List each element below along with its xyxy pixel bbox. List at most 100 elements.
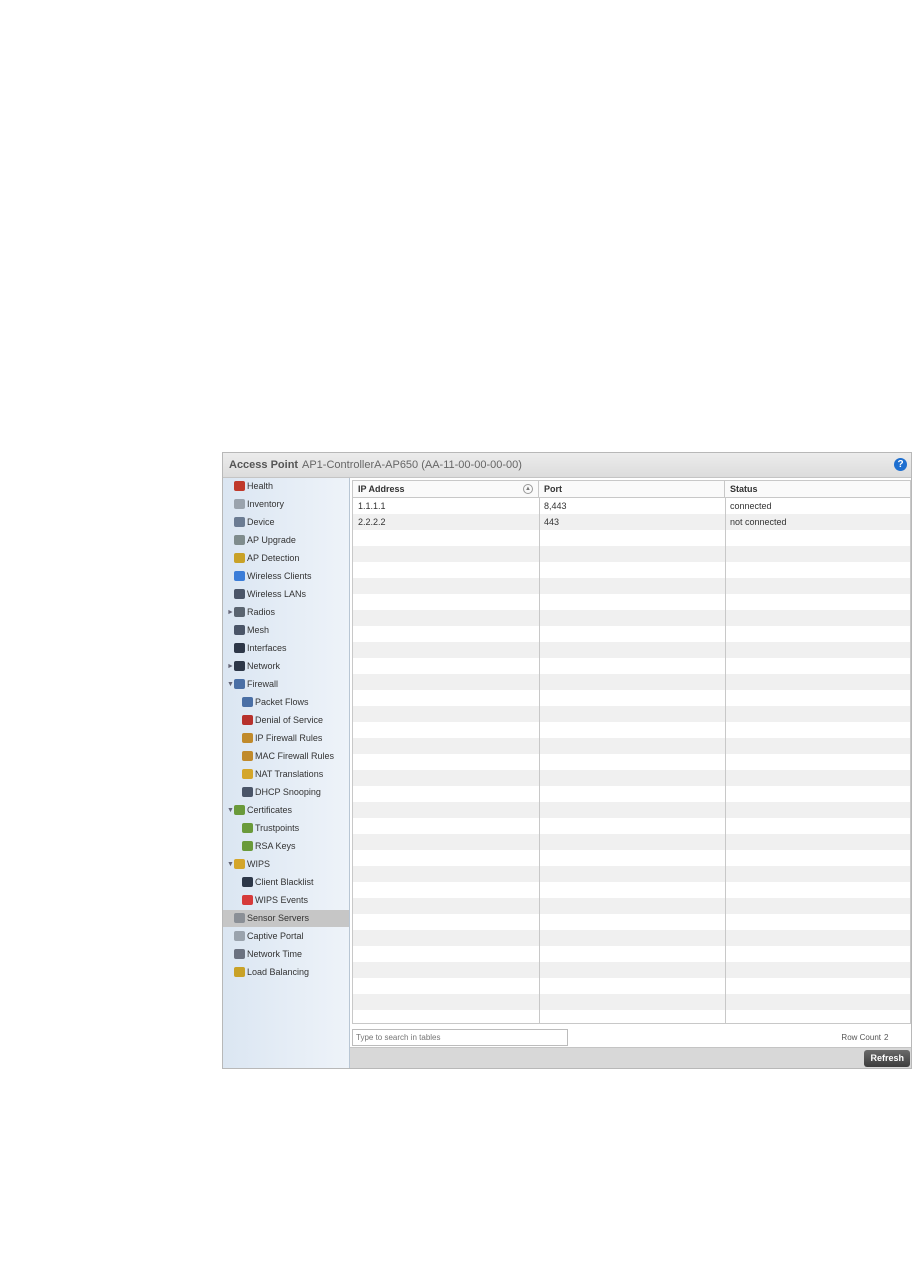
wips-icon xyxy=(234,859,245,869)
refresh-button[interactable]: Refresh xyxy=(864,1050,910,1067)
sidebar-item-label: Mesh xyxy=(247,625,270,635)
sidebar-item-packet-flows[interactable]: Packet Flows xyxy=(223,694,349,711)
sidebar-item-radios[interactable]: ► Radios xyxy=(223,604,349,621)
table-search-input[interactable] xyxy=(352,1029,568,1046)
sidebar-item-label: Network xyxy=(247,661,281,671)
sidebar-item-label: WIPS xyxy=(247,859,271,869)
sidebar-item-dhcp-snooping[interactable]: DHCP Snooping xyxy=(223,784,349,801)
denial-of-service-icon xyxy=(242,715,253,725)
cell-port: 443 xyxy=(544,517,560,527)
sidebar-item-interfaces[interactable]: Interfaces xyxy=(223,640,349,657)
sidebar-item-trustpoints[interactable]: Trustpoints xyxy=(223,820,349,837)
rsa-keys-icon xyxy=(242,841,253,851)
sidebar-item-label: AP Upgrade xyxy=(247,535,296,545)
sidebar-item-inventory[interactable]: Inventory xyxy=(223,496,349,513)
sidebar-item-mac-firewall-rules[interactable]: MAC Firewall Rules xyxy=(223,748,349,765)
sidebar-item-mesh[interactable]: Mesh xyxy=(223,622,349,639)
packet-flows-icon xyxy=(242,697,253,707)
sidebar-item-network[interactable]: ► Network xyxy=(223,658,349,675)
column-header-label: Status xyxy=(730,484,758,494)
sidebar-item-ip-firewall-rules[interactable]: IP Firewall Rules xyxy=(223,730,349,747)
panel-title: Access Point xyxy=(229,459,299,471)
sidebar-item-ap-detection[interactable]: AP Detection xyxy=(223,550,349,567)
table-header: IP Address ▲ Port Status xyxy=(353,481,910,498)
sidebar-item-firewall[interactable]: ▼ Firewall xyxy=(223,676,349,693)
nat-translations-icon xyxy=(242,769,253,779)
sidebar-item-denial-of-service[interactable]: Denial of Service xyxy=(223,712,349,729)
sidebar-item-health[interactable]: Health xyxy=(223,478,349,495)
device-name: AP1-ControllerA-AP650 (AA-11-00-00-00-00… xyxy=(302,459,522,471)
column-header-label: IP Address xyxy=(358,484,405,494)
ap-detection-icon xyxy=(234,553,245,563)
row-count-label: Row Count xyxy=(841,1033,881,1042)
load-balancing-icon xyxy=(234,967,245,977)
certificates-icon xyxy=(234,805,245,815)
radios-icon xyxy=(234,607,245,617)
sidebar-item-certificates[interactable]: ▼ Certificates xyxy=(223,802,349,819)
sidebar-item-label: Device xyxy=(247,517,275,527)
sidebar-item-label: Denial of Service xyxy=(255,715,324,725)
cell-ip-address: 1.1.1.1 xyxy=(358,501,386,511)
sidebar-item-wips[interactable]: ▼ WIPS xyxy=(223,856,349,873)
collapsed-arrow-icon[interactable]: ► xyxy=(227,604,234,621)
sidebar-item-network-time[interactable]: Network Time xyxy=(223,946,349,963)
sidebar-item-label: Sensor Servers xyxy=(247,913,310,923)
sidebar-item-label: Interfaces xyxy=(247,643,287,653)
captive-portal-icon xyxy=(234,931,245,941)
sidebar-item-label: Network Time xyxy=(247,949,303,959)
column-header-ip-address[interactable]: IP Address ▲ xyxy=(353,481,539,497)
sidebar-item-label: Wireless Clients xyxy=(247,571,312,581)
sidebar-item-wireless-clients[interactable]: Wireless Clients xyxy=(223,568,349,585)
sidebar-item-label: MAC Firewall Rules xyxy=(255,751,335,761)
expanded-arrow-icon[interactable]: ▼ xyxy=(227,676,234,693)
inventory-icon xyxy=(234,499,245,509)
sidebar-item-captive-portal[interactable]: Captive Portal xyxy=(223,928,349,945)
interfaces-icon xyxy=(234,643,245,653)
firewall-icon xyxy=(234,679,245,689)
sidebar-item-wireless-lans[interactable]: Wireless LANs xyxy=(223,586,349,603)
expanded-arrow-icon[interactable]: ▼ xyxy=(227,856,234,873)
sensor-servers-icon xyxy=(234,913,245,923)
sidebar-item-device[interactable]: Device xyxy=(223,514,349,531)
sidebar-item-label: WIPS Events xyxy=(255,895,309,905)
sidebar-item-label: Health xyxy=(247,481,274,491)
sidebar-item-load-balancing[interactable]: Load Balancing xyxy=(223,964,349,981)
sidebar-item-label: Certificates xyxy=(247,805,293,815)
health-icon xyxy=(234,481,245,491)
column-header-status[interactable]: Status xyxy=(725,481,910,497)
sort-ascending-icon[interactable]: ▲ xyxy=(523,484,533,494)
sidebar-item-label: Inventory xyxy=(247,499,285,509)
ap-upgrade-icon xyxy=(234,535,245,545)
sidebar-item-nat-translations[interactable]: NAT Translations xyxy=(223,766,349,783)
device-icon xyxy=(234,517,245,527)
table-row[interactable]: 2.2.2.2 443 not connected xyxy=(353,514,910,530)
mesh-icon xyxy=(234,625,245,635)
column-header-port[interactable]: Port xyxy=(539,481,725,497)
sidebar-item-label: RSA Keys xyxy=(255,841,296,851)
sidebar-item-client-blacklist[interactable]: Client Blacklist xyxy=(223,874,349,891)
help-icon[interactable]: ? xyxy=(894,458,907,471)
column-divider xyxy=(725,498,726,1023)
wips-events-icon xyxy=(242,895,253,905)
panel-title-bar: Access Point AP1-ControllerA-AP650 (AA-1… xyxy=(223,453,911,478)
mac-firewall-rules-icon xyxy=(242,751,253,761)
trustpoints-icon xyxy=(242,823,253,833)
wireless-clients-icon xyxy=(234,571,245,581)
cell-status: not connected xyxy=(730,517,787,527)
sensor-servers-table: IP Address ▲ Port Status 1.1.1.1 8,443 c… xyxy=(352,480,911,1024)
table-body: 1.1.1.1 8,443 connected 2.2.2.2 443 not … xyxy=(353,498,910,1023)
network-time-icon xyxy=(234,949,245,959)
network-icon xyxy=(234,661,245,671)
sidebar-item-label: Client Blacklist xyxy=(255,877,314,887)
collapsed-arrow-icon[interactable]: ► xyxy=(227,658,234,675)
cell-port: 8,443 xyxy=(544,501,567,511)
sidebar-item-label: Radios xyxy=(247,607,276,617)
sidebar-item-wips-events[interactable]: WIPS Events xyxy=(223,892,349,909)
sensor-servers-content: IP Address ▲ Port Status 1.1.1.1 8,443 c… xyxy=(350,478,911,1068)
sidebar-item-sensor-servers[interactable]: Sensor Servers xyxy=(223,910,349,927)
expanded-arrow-icon[interactable]: ▼ xyxy=(227,802,234,819)
client-blacklist-icon xyxy=(242,877,253,887)
table-row[interactable]: 1.1.1.1 8,443 connected xyxy=(353,498,910,514)
sidebar-item-ap-upgrade[interactable]: AP Upgrade xyxy=(223,532,349,549)
sidebar-item-rsa-keys[interactable]: RSA Keys xyxy=(223,838,349,855)
